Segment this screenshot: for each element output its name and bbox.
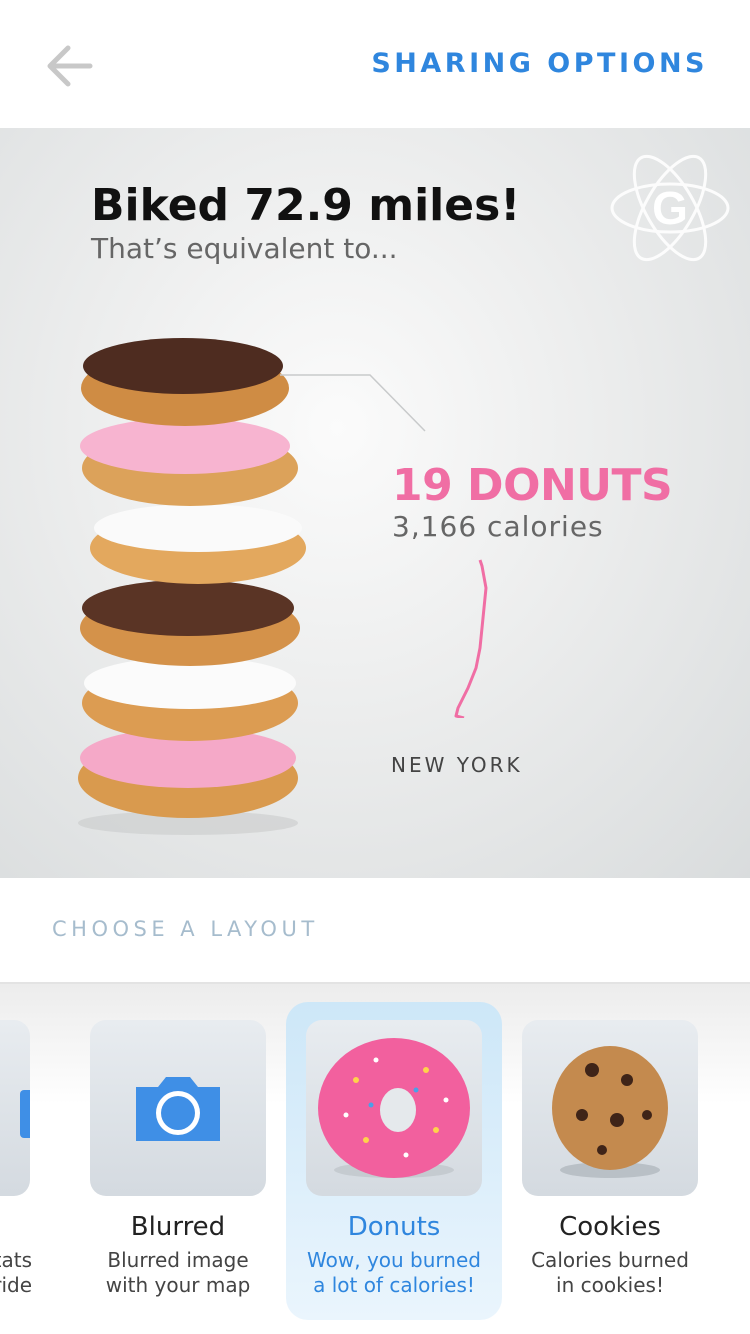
- leader-line: [280, 374, 426, 432]
- top-bar: SHARING OPTIONS: [0, 0, 750, 128]
- desc-line: Calories burned: [531, 1248, 689, 1272]
- desc-line: a lot of calories!: [313, 1273, 475, 1297]
- activity-subtitle: That’s equivalent to...: [91, 232, 398, 265]
- layout-card-title: Donuts: [347, 1212, 441, 1242]
- layout-card-desc: Wow, you burned a lot of calories!: [286, 1248, 502, 1298]
- layout-card-title: Cookies: [559, 1212, 661, 1242]
- layout-card-cookies[interactable]: Cookies Calories burned in cookies!: [502, 1002, 718, 1320]
- desc-line: Wow, you burned: [307, 1248, 481, 1272]
- calories-burned: 3,166 calories: [392, 510, 604, 543]
- layout-thumbnail: [0, 1020, 30, 1196]
- layout-card-desc: Blurred image with your map: [70, 1248, 286, 1298]
- layout-thumbnail: [90, 1020, 266, 1196]
- arrow-left-icon: [47, 45, 93, 87]
- atom-logo-icon: G: [610, 154, 730, 262]
- desc-line: ride: [0, 1273, 32, 1297]
- activity-title: Biked 72.9 miles!: [91, 180, 521, 231]
- donut-image: [318, 1038, 470, 1178]
- layout-card-blurred[interactable]: Blurred Blurred image with your map: [70, 1002, 286, 1320]
- cookie-image: [552, 1046, 668, 1178]
- city-label: NEW YORK: [391, 753, 523, 777]
- layout-card-desc: tatsride: [0, 1248, 32, 1298]
- layout-card-title: Blurred: [130, 1212, 226, 1242]
- desc-line: in cookies!: [556, 1273, 664, 1297]
- desc-line: with your map: [105, 1273, 251, 1297]
- donut-count: 19 DONUTS: [392, 460, 673, 511]
- stats-icon: [20, 1090, 30, 1138]
- layout-carousel[interactable]: tatsride Blurred Blurred imagewith your …: [0, 982, 750, 1334]
- layout-card-desc: Calories burned in cookies!: [502, 1248, 718, 1298]
- layout-thumbnail: [306, 1020, 482, 1196]
- desc-line: Blurred image: [107, 1248, 249, 1272]
- back-button[interactable]: [44, 44, 94, 88]
- camera-icon: [136, 1077, 220, 1141]
- logo-letter: G: [652, 182, 688, 234]
- sharing-options-button[interactable]: SHARING OPTIONS: [371, 48, 708, 79]
- layout-card-donuts[interactable]: Donuts Wow, you burned a lot of calories!: [286, 1002, 502, 1320]
- layout-thumbnail: [522, 1020, 698, 1196]
- route-map: [454, 559, 488, 718]
- layout-card-stats[interactable]: tatsride: [0, 1002, 50, 1320]
- choose-layout-heading: CHOOSE A LAYOUT: [52, 917, 319, 941]
- share-preview: Biked 72.9 miles! That’s equivalent to..…: [0, 128, 750, 878]
- desc-line: tats: [0, 1248, 32, 1272]
